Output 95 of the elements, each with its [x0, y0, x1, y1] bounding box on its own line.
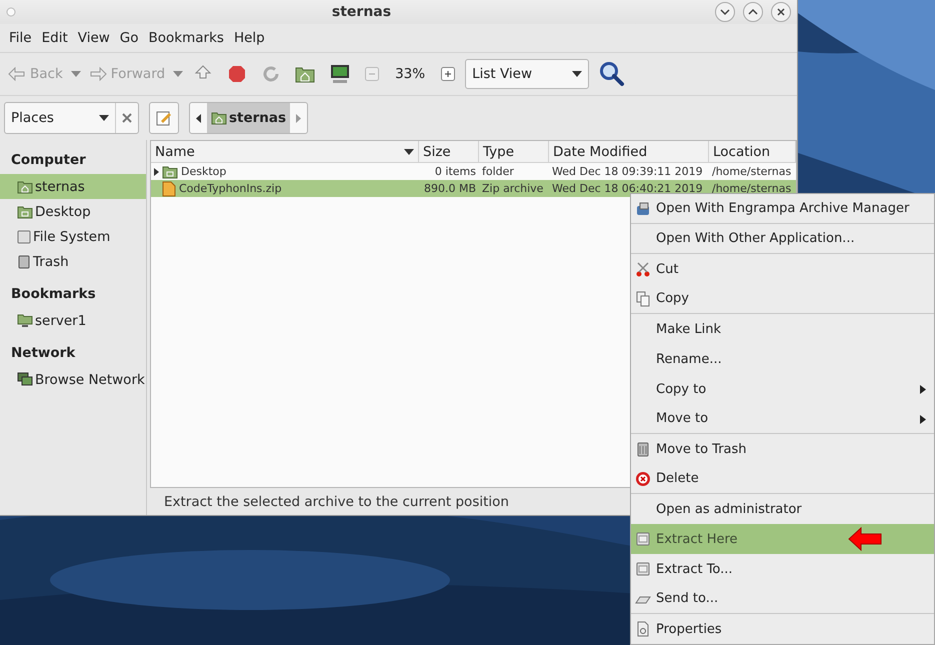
network-folder-icon: [17, 313, 33, 328]
right-triangle-icon: [296, 114, 302, 122]
menu-item[interactable]: File: [4, 30, 37, 46]
table-cell-text: /home/sternas: [711, 182, 792, 195]
menu-item[interactable]: View: [72, 30, 115, 46]
sort-arrow-icon: [404, 148, 414, 154]
monitor-icon: [329, 64, 352, 84]
menu-item[interactable]: Open as administrator: [631, 494, 934, 524]
table-cell-text: 0 items: [434, 165, 477, 178]
column-header[interactable]: Name: [151, 141, 419, 162]
archive-icon: [162, 180, 176, 196]
menu-item[interactable]: Edit: [36, 30, 73, 46]
column-header[interactable]: Size: [419, 141, 479, 162]
table-cell-text: /home/sternas: [711, 165, 792, 178]
menu-item[interactable]: Delete: [631, 464, 934, 494]
expander-icon[interactable]: [154, 168, 159, 176]
drive-icon: [635, 531, 651, 547]
trash-icon: [17, 254, 31, 269]
file-name: Desktop: [181, 165, 226, 178]
home-folder-icon: [17, 180, 33, 194]
reload-icon: [261, 64, 282, 84]
table-cell-text: 890.0 MB: [422, 182, 477, 195]
table-cell-text: folder: [481, 165, 515, 178]
menu-item[interactable]: Move to: [631, 404, 934, 434]
caret-icon: [572, 71, 582, 77]
close-icon: [122, 113, 132, 123]
minus-icon: [365, 67, 380, 81]
column-header[interactable]: Type: [479, 141, 549, 162]
caret-icon: [99, 115, 109, 121]
window-title: sternas: [330, 4, 392, 20]
maximize-button[interactable]: [743, 2, 763, 22]
caret-icon[interactable]: [173, 71, 184, 77]
copy-icon: [635, 291, 651, 307]
menu-item[interactable]: Properties: [631, 614, 934, 644]
menu-item[interactable]: Extract To...: [631, 554, 934, 584]
file-name: CodeTyphonIns.zip: [179, 182, 282, 195]
menu-item[interactable]: Cut: [631, 254, 934, 284]
menu-item[interactable]: Help: [228, 30, 270, 46]
sidebar-heading: Computer: [10, 151, 87, 170]
table-cell-text: Zip archive: [481, 182, 544, 195]
menu-item[interactable]: Bookmarks: [144, 30, 229, 46]
column-header[interactable]: Date Modified: [549, 141, 709, 162]
scissors-icon: [635, 261, 651, 277]
drive-icon: [17, 230, 31, 244]
sidebar-item[interactable]: File System: [0, 224, 146, 249]
folder-icon: [162, 164, 178, 178]
menu-item[interactable]: Send to...: [631, 584, 934, 614]
pencil-icon: [156, 110, 172, 126]
close-icon: [777, 8, 785, 16]
left-triangle-icon: [196, 114, 201, 122]
plus-icon: [441, 67, 456, 81]
file-row[interactable]: Desktop 0 items folder Wed Dec 18 09:39:11 2019 /home/sternas: [151, 163, 796, 180]
drive-icon: [635, 561, 651, 577]
menu-item[interactable]: Copy to: [631, 374, 934, 404]
view-dropdown[interactable]: List View: [465, 59, 590, 89]
menu-item[interactable]: Open With Other Application...: [631, 224, 934, 254]
home-folder-icon: [295, 65, 316, 83]
menu-item[interactable]: Move to Trash: [631, 434, 934, 464]
menu-item[interactable]: Make Link: [631, 314, 934, 344]
delete-icon: [635, 471, 651, 487]
trash-icon: [635, 441, 651, 457]
network-icon: [17, 372, 33, 387]
chevron-down-icon: [720, 8, 730, 16]
menu-item[interactable]: Copy: [631, 284, 934, 314]
chevron-up-icon: [748, 8, 758, 16]
table-cell-text: Wed Dec 18 06:40:21 2019: [551, 182, 704, 195]
sidebar-item[interactable]: sternas: [0, 174, 146, 199]
path-button[interactable]: sternas: [207, 103, 290, 133]
file-row[interactable]: CodeTyphonIns.zip 890.0 MB Zip archive Wed Dec 18 06:40:21 2019 /home/sternas: [151, 180, 796, 197]
right-arrow-icon: [88, 67, 107, 81]
arrow-icon: [848, 527, 882, 551]
left-arrow-icon: [8, 67, 26, 81]
sidebar-item[interactable]: Desktop: [0, 199, 146, 224]
column-header[interactable]: Location: [709, 141, 796, 162]
search-icon: [599, 61, 626, 87]
archive-icon: [635, 201, 651, 217]
table-cell-text: Wed Dec 18 09:39:11 2019: [551, 165, 704, 178]
sidebar-heading: Network: [10, 344, 76, 363]
folder-icon: [17, 204, 33, 218]
home-folder-icon: [211, 111, 227, 125]
menu-item[interactable]: Extract Here: [631, 524, 934, 554]
status-text: Extract the selected archive to the current position: [164, 494, 509, 510]
menu-item[interactable]: Open With Engrampa Archive Manager: [631, 194, 934, 224]
menu-item[interactable]: Go: [114, 30, 144, 46]
properties-icon: [635, 621, 651, 637]
sidebar-heading: Bookmarks: [10, 285, 97, 304]
minimize-button[interactable]: [715, 2, 735, 22]
sidebar-item[interactable]: server1: [0, 308, 146, 333]
zoom-level: 33%: [394, 66, 426, 82]
caret-icon[interactable]: [70, 71, 81, 77]
sidebar-item[interactable]: Browse Network: [0, 367, 146, 392]
stop-icon: [227, 64, 248, 84]
sidebar-item[interactable]: Trash: [0, 249, 146, 274]
menu-item[interactable]: Rename...: [631, 344, 934, 374]
close-button[interactable]: [771, 2, 791, 22]
